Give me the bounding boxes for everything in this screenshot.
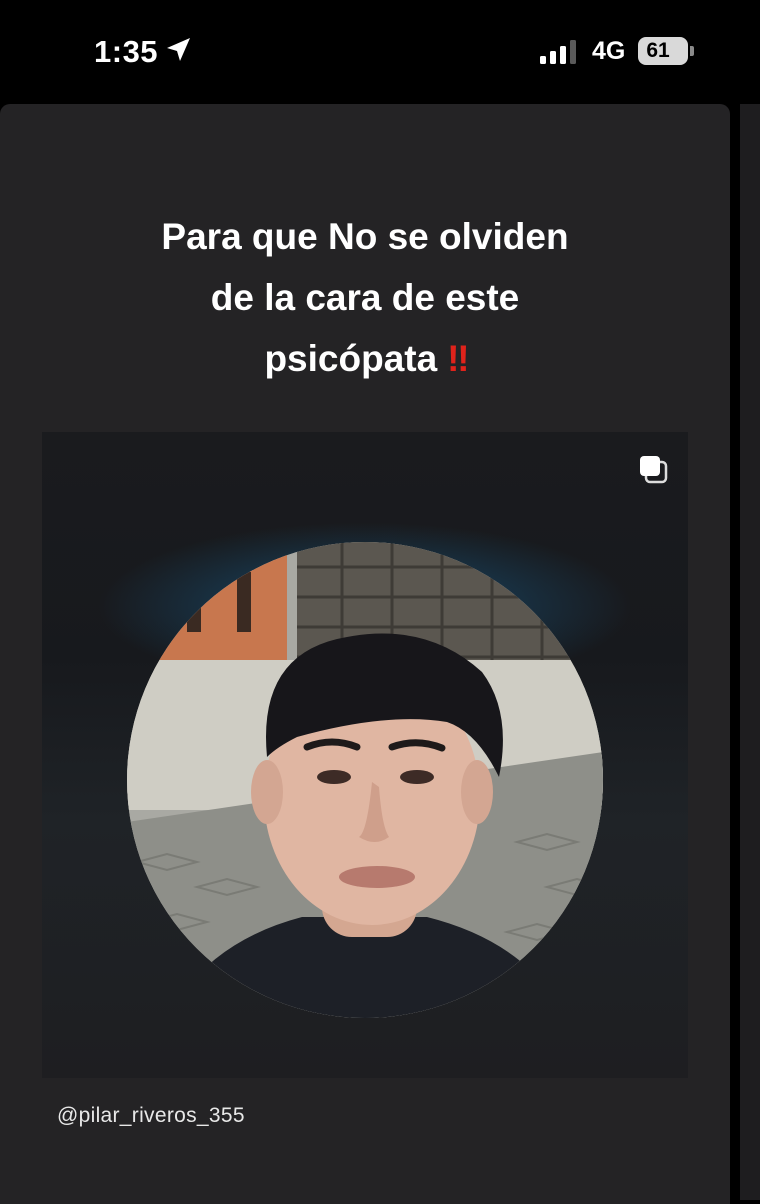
mention-handle[interactable]: @pilar_riveros_355: [57, 1104, 245, 1128]
battery-level: 61: [646, 39, 670, 62]
multiple-posts-icon: [640, 456, 668, 484]
shared-post[interactable]: [42, 432, 688, 1078]
network-type: 4G: [592, 37, 626, 65]
status-bar: 1:35 4G 61: [0, 0, 760, 100]
headline-line: de la cara de este: [210, 277, 520, 318]
next-story-edge[interactable]: [740, 104, 760, 1200]
signal-bars-icon: [540, 40, 576, 64]
status-time: 1:35: [94, 34, 159, 69]
headline-line-3: psicópata ‼: [60, 328, 670, 389]
headline-line: Para que No se olviden: [161, 216, 569, 257]
battery-cap: [690, 46, 694, 56]
location-arrow-icon: [167, 38, 190, 61]
double-exclamation-emoji: ‼: [447, 338, 469, 379]
battery-icon: 61: [638, 37, 688, 65]
headline-line: psicópata: [264, 338, 438, 379]
story-headline: Para que No se olviden de la cara de est…: [60, 206, 670, 389]
profile-photo-image: [127, 542, 603, 1018]
profile-photo[interactable]: [127, 542, 603, 1018]
